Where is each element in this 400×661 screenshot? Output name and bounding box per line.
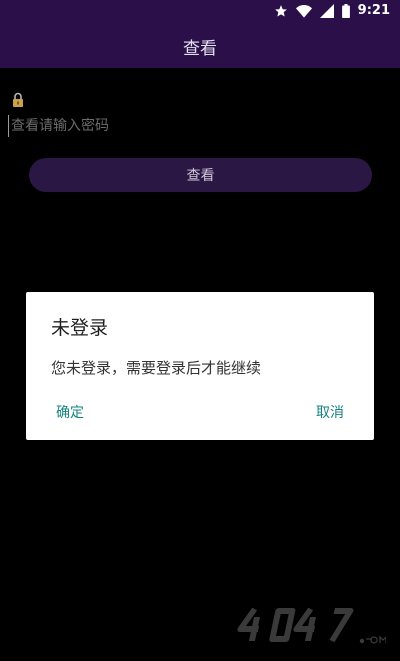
battery-icon	[341, 3, 350, 18]
signal-icon	[319, 3, 334, 18]
toolbar: 查看	[0, 24, 400, 68]
watermark-logo	[237, 607, 386, 644]
confirm-button[interactable]: 确定	[56, 402, 84, 422]
status-bar: 9:21	[0, 0, 400, 24]
login-dialog: 未登录 您未登录，需要登录后才能继续 确定 取消	[26, 292, 374, 440]
password-input[interactable]	[8, 115, 391, 137]
view-button[interactable]: 查看	[29, 158, 372, 192]
cancel-button[interactable]: 取消	[316, 402, 344, 422]
wifi-icon	[295, 4, 312, 18]
dialog-title: 未登录	[51, 317, 109, 339]
page-title: 查看	[183, 38, 217, 59]
status-icons: 9:21	[274, 3, 390, 18]
status-time: 9:21	[357, 3, 390, 18]
lock-icon	[13, 92, 23, 107]
star-icon	[274, 4, 287, 17]
dialog-message: 您未登录，需要登录后才能继续	[51, 359, 262, 377]
